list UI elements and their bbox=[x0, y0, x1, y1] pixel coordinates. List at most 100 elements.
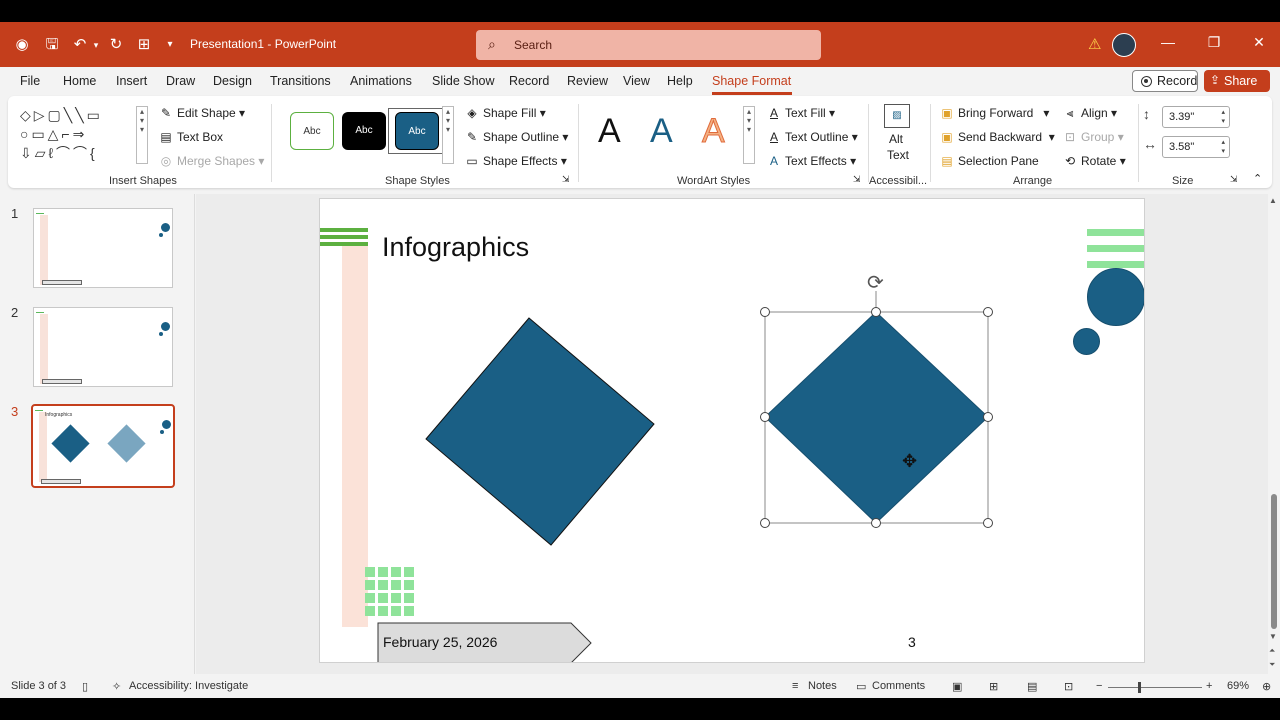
shape-height-input[interactable]: 3.39" ▴ ▾ bbox=[1162, 106, 1230, 128]
fit-to-window-icon[interactable]: ⊕ bbox=[1262, 680, 1271, 693]
resize-handle[interactable] bbox=[983, 412, 993, 422]
diamond-shape-left[interactable] bbox=[425, 317, 655, 546]
tab-help[interactable]: Help bbox=[667, 74, 693, 88]
tab-shape-format[interactable]: Shape Format bbox=[712, 74, 791, 88]
tab-home[interactable]: Home bbox=[63, 74, 96, 88]
search-box[interactable]: ⌕ Search bbox=[476, 30, 821, 60]
resize-handle[interactable] bbox=[760, 307, 770, 317]
tab-record[interactable]: Record bbox=[509, 74, 549, 88]
redo-icon[interactable]: ↻ bbox=[106, 35, 126, 55]
wordart-black[interactable]: A bbox=[598, 112, 621, 151]
group-divider bbox=[578, 104, 579, 182]
restore-button[interactable]: ❐ bbox=[1204, 34, 1224, 51]
tab-file[interactable]: File bbox=[20, 74, 40, 88]
undo-dropdown-icon[interactable]: ▾ bbox=[86, 35, 106, 55]
shapes-gallery-scroll[interactable]: ▴ ▾ ▾ bbox=[136, 106, 148, 164]
close-button[interactable]: ✕ bbox=[1249, 34, 1269, 51]
spelling-icon[interactable]: ▯ bbox=[82, 680, 88, 693]
warning-icon[interactable]: ⚠ bbox=[1088, 35, 1101, 53]
resize-handle[interactable] bbox=[760, 412, 770, 422]
resize-handle[interactable] bbox=[983, 307, 993, 317]
group-button[interactable]: ⊡ Group ▾ bbox=[1062, 130, 1124, 144]
shapes-gallery[interactable]: ◇▷▢╲╲▭ ○▭△⌐⇒ ⇩▱ℓ⌒⌒{ bbox=[20, 106, 138, 164]
text-fill-button[interactable]: A Text Fill ▾ bbox=[766, 106, 835, 120]
alt-text-button-line2[interactable]: Text bbox=[887, 148, 909, 162]
style-preset-teal[interactable]: Abc bbox=[395, 112, 439, 150]
autosave-icon[interactable]: ◉ bbox=[12, 35, 32, 55]
present-icon[interactable]: ⊞ bbox=[134, 35, 154, 55]
tab-transitions[interactable]: Transitions bbox=[270, 74, 331, 88]
style-preset-black[interactable]: Abc bbox=[342, 112, 386, 150]
slide-date[interactable]: February 25, 2026 bbox=[383, 634, 497, 650]
slide-thumbnail-1[interactable] bbox=[33, 208, 173, 288]
width-spinner-icon[interactable]: ▴ ▾ bbox=[1221, 138, 1225, 156]
align-button[interactable]: ⫷ Align ▾ bbox=[1062, 106, 1117, 121]
notes-button[interactable]: Notes bbox=[808, 680, 837, 692]
record-button[interactable]: Record bbox=[1132, 70, 1198, 92]
tab-animations[interactable]: Animations bbox=[350, 74, 412, 88]
zoom-slider[interactable] bbox=[1108, 687, 1202, 688]
bring-forward-button[interactable]: ▣ Bring Forward ▾ bbox=[939, 106, 1049, 120]
text-effects-button[interactable]: A Text Effects ▾ bbox=[766, 154, 856, 168]
style-preset-outline[interactable]: Abc bbox=[290, 112, 334, 150]
size-launcher-icon[interactable]: ⇲ bbox=[1230, 174, 1238, 185]
save-icon[interactable]: 🖫 bbox=[42, 35, 62, 55]
zoom-out-icon[interactable]: − bbox=[1096, 680, 1102, 692]
tab-view[interactable]: View bbox=[623, 74, 650, 88]
tab-design[interactable]: Design bbox=[213, 74, 252, 88]
wordart-orange[interactable]: A bbox=[702, 112, 726, 151]
minimize-button[interactable]: — bbox=[1158, 34, 1178, 50]
resize-handle[interactable] bbox=[983, 518, 993, 528]
wordart-scroll[interactable]: ▴ ▾ ▾ bbox=[743, 106, 755, 164]
scroll-down-icon[interactable]: ▼ bbox=[1269, 632, 1277, 641]
zoom-in-icon[interactable]: + bbox=[1206, 680, 1212, 692]
wordart-teal[interactable]: A bbox=[650, 112, 673, 151]
slide-thumbnail-2[interactable] bbox=[33, 307, 173, 387]
selection-pane-button[interactable]: ▤ Selection Pane bbox=[939, 154, 1038, 168]
collapse-ribbon-icon[interactable]: ⌃ bbox=[1253, 172, 1262, 185]
tab-slide-show[interactable]: Slide Show bbox=[432, 74, 495, 88]
zoom-level[interactable]: 69% bbox=[1227, 680, 1249, 692]
previous-slide-icon[interactable]: ⏶ bbox=[1269, 646, 1275, 656]
shape-fill-button[interactable]: ◈ Shape Fill ▾ bbox=[464, 106, 545, 120]
accessibility-status[interactable]: Accessibility: Investigate bbox=[129, 680, 248, 692]
resize-handle[interactable] bbox=[871, 307, 881, 317]
scroll-up-icon[interactable]: ▲ bbox=[1269, 196, 1277, 205]
tab-review[interactable]: Review bbox=[567, 74, 608, 88]
edit-shape-button[interactable]: ✎ Edit Shape ▾ bbox=[158, 106, 245, 120]
rotate-handle-icon[interactable]: ⟳ bbox=[867, 270, 884, 294]
comments-button[interactable]: Comments bbox=[872, 680, 925, 692]
tab-insert[interactable]: Insert bbox=[116, 74, 147, 88]
vertical-scrollbar[interactable]: ▲ ▼ ⏶ ⏷ bbox=[1268, 194, 1280, 674]
slide[interactable]: Infographics ⟳ ✥ February 25, 2026 3 bbox=[319, 198, 1145, 663]
customize-toolbar-icon[interactable]: ▾ bbox=[160, 35, 180, 55]
wordart-launcher-icon[interactable]: ⇲ bbox=[853, 174, 861, 185]
slide-page-number[interactable]: 3 bbox=[908, 634, 916, 650]
shape-styles-launcher-icon[interactable]: ⇲ bbox=[562, 174, 570, 185]
shape-styles-scroll[interactable]: ▴ ▾ ▾ bbox=[442, 106, 454, 164]
slide-show-icon[interactable]: ⊡ bbox=[1064, 680, 1073, 693]
resize-handle[interactable] bbox=[871, 518, 881, 528]
rotate-button[interactable]: ⟲ Rotate ▾ bbox=[1062, 154, 1126, 168]
tab-draw[interactable]: Draw bbox=[166, 74, 195, 88]
shape-outline-button[interactable]: ✎ Shape Outline ▾ bbox=[464, 130, 568, 144]
share-button[interactable]: ⇪ Share bbox=[1204, 70, 1270, 92]
text-outline-button[interactable]: A Text Outline ▾ bbox=[766, 130, 858, 144]
shape-effects-button[interactable]: ▭ Shape Effects ▾ bbox=[464, 154, 567, 168]
reading-view-icon[interactable]: ▤ bbox=[1027, 680, 1037, 693]
next-slide-icon[interactable]: ⏷ bbox=[1269, 660, 1275, 670]
diamond-shape-right[interactable] bbox=[764, 311, 989, 524]
avatar[interactable] bbox=[1112, 33, 1136, 57]
alt-text-button-line1[interactable]: Alt bbox=[889, 132, 903, 146]
scrollbar-thumb[interactable] bbox=[1271, 494, 1277, 629]
merge-shapes-button[interactable]: ◎ Merge Shapes ▾ bbox=[158, 154, 265, 168]
slide-thumbnail-3[interactable]: Infographics bbox=[31, 404, 175, 488]
height-spinner-icon[interactable]: ▴ ▾ bbox=[1221, 108, 1225, 126]
send-backward-button[interactable]: ▣ Send Backward ▾ bbox=[939, 130, 1054, 144]
resize-handle[interactable] bbox=[760, 518, 770, 528]
zoom-slider-handle[interactable] bbox=[1138, 682, 1141, 693]
shape-width-input[interactable]: 3.58" ▴ ▾ bbox=[1162, 136, 1230, 158]
text-box-button[interactable]: ▤ Text Box bbox=[158, 130, 223, 144]
slide-sorter-icon[interactable]: ⊞ bbox=[989, 680, 998, 693]
normal-view-icon[interactable]: ▣ bbox=[952, 680, 962, 693]
